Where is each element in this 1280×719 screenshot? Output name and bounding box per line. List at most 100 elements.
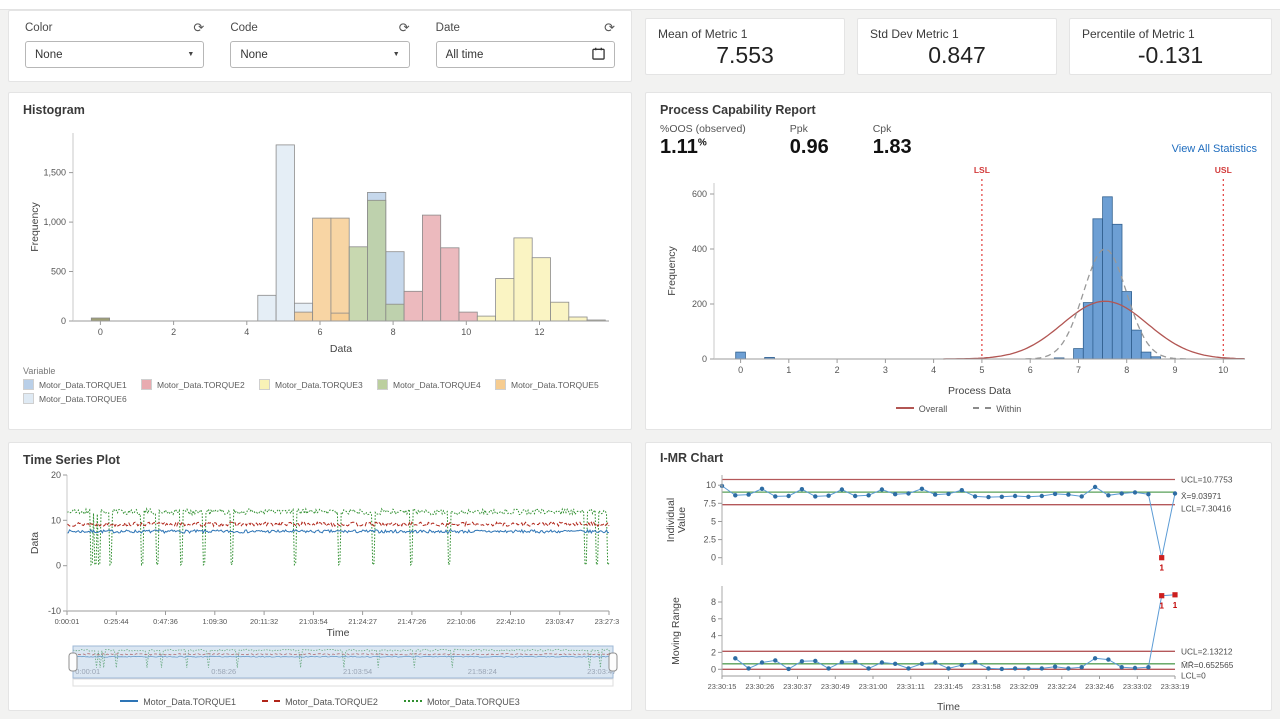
svg-text:10: 10: [1218, 365, 1228, 375]
legend-item: Motor_Data.TORQUE3: [259, 379, 377, 390]
metric-card-mean: Mean of Metric 1 7.553: [645, 18, 845, 75]
capability-legend: Overall Within: [660, 404, 1257, 414]
svg-text:20: 20: [51, 470, 61, 480]
histogram-chart: 02468101205001,0001,500FrequencyData: [23, 119, 617, 360]
svg-text:1:09:30: 1:09:30: [202, 617, 227, 626]
svg-text:Moving Range: Moving Range: [670, 597, 682, 665]
stat-oos: %OOS (observed) 1.11%: [660, 123, 746, 157]
legend-item: Within: [973, 404, 1021, 414]
color-dropdown[interactable]: None ▼: [25, 41, 204, 68]
svg-text:0:00:01: 0:00:01: [55, 617, 80, 626]
timeseries-plot: -10010200:00:010:25:440:47:361:09:3020:1…: [23, 469, 619, 639]
svg-text:23:27:39: 23:27:39: [595, 617, 619, 626]
top-strip: [0, 0, 1280, 10]
stat-cpk: Cpk 1.83: [873, 123, 912, 157]
svg-text:UCL=2.13212: UCL=2.13212: [1181, 646, 1233, 656]
time-range-brush[interactable]: 0:00:010:58:2621:03:5421:58:2423:03:47: [23, 644, 617, 695]
timeseries-brush: 0:00:010:58:2621:03:5421:58:2423:03:47: [23, 644, 619, 690]
brush-handle-left[interactable]: [69, 653, 77, 671]
legend-swatch: [896, 407, 914, 409]
svg-text:21:58:24: 21:58:24: [468, 667, 497, 676]
refresh-icon[interactable]: ⟳: [193, 21, 204, 34]
svg-text:4: 4: [931, 365, 936, 375]
svg-text:0: 0: [56, 561, 61, 571]
svg-text:5: 5: [711, 517, 716, 527]
svg-text:M̄R̄=0.652565: M̄R̄=0.652565: [1181, 660, 1234, 670]
legend-swatch: [141, 379, 152, 390]
legend-swatch: [23, 393, 34, 404]
svg-text:23:30:49: 23:30:49: [821, 682, 850, 691]
svg-text:23:32:46: 23:32:46: [1085, 682, 1114, 691]
svg-text:12: 12: [534, 327, 544, 337]
view-all-statistics-link[interactable]: View All Statistics: [1172, 143, 1257, 157]
moving-range-chart: 110246823:30:1523:30:2623:30:3723:30:492…: [660, 580, 1257, 719]
panel-title: I-MR Chart: [660, 451, 1257, 465]
filter-code: Code ⟳ None ▼: [230, 21, 409, 71]
svg-text:1,500: 1,500: [43, 168, 66, 178]
individual-value-chart: 102.557.510UCL=10.7753X̄=9.03971LCL=7.30…: [660, 467, 1257, 580]
panel-title: Process Capability Report: [660, 103, 1257, 117]
svg-text:23:30:37: 23:30:37: [783, 682, 812, 691]
timeseries-panel: Time Series Plot -10010200:00:010:25:440…: [8, 442, 632, 711]
imr-panel: I-MR Chart 102.557.510UCL=10.7753X̄=9.03…: [645, 442, 1272, 711]
chevron-down-icon: ▼: [393, 51, 400, 58]
svg-text:23:31:58: 23:31:58: [972, 682, 1001, 691]
svg-text:0:00:01: 0:00:01: [75, 667, 100, 676]
brush-handle-right[interactable]: [609, 653, 617, 671]
svg-text:400: 400: [692, 244, 707, 254]
code-dropdown[interactable]: None ▼: [230, 41, 409, 68]
capability-stats: %OOS (observed) 1.11% Ppk 0.96 Cpk 1.83 …: [660, 123, 1257, 157]
svg-text:0: 0: [702, 354, 707, 364]
legend-item: Motor_Data.TORQUE6: [23, 393, 141, 404]
svg-text:22:42:10: 22:42:10: [496, 617, 525, 626]
svg-text:0:58:26: 0:58:26: [211, 667, 236, 676]
refresh-icon[interactable]: ⟳: [399, 21, 410, 34]
svg-text:Time: Time: [937, 701, 960, 713]
svg-text:2: 2: [171, 327, 176, 337]
metric-card-percentile: Percentile of Metric 1 -0.131: [1069, 18, 1272, 75]
capability-plot: LSLUSL0123456789100200400600FrequencyPro…: [660, 159, 1259, 397]
capability-panel: Process Capability Report %OOS (observed…: [645, 92, 1272, 430]
legend-swatch: [262, 700, 280, 702]
svg-text:20:11:32: 20:11:32: [250, 617, 278, 626]
svg-text:9: 9: [1172, 365, 1177, 375]
histogram-panel: Histogram 02468101205001,0001,500Frequen…: [8, 92, 632, 430]
svg-text:Frequency: Frequency: [666, 245, 678, 295]
metric-label: Std Dev Metric 1: [870, 27, 1044, 41]
legend-item: Motor_Data.TORQUE1: [120, 697, 236, 707]
svg-text:0: 0: [711, 553, 716, 563]
svg-text:2: 2: [835, 365, 840, 375]
svg-text:LSL: LSL: [974, 165, 990, 175]
legend-swatch: [259, 379, 270, 390]
histogram-plot: 02468101205001,0001,500FrequencyData: [23, 119, 619, 355]
date-range-field[interactable]: All time: [436, 41, 615, 68]
refresh-icon[interactable]: ⟳: [604, 21, 615, 34]
svg-text:Frequency: Frequency: [29, 201, 41, 251]
capability-chart: LSLUSL0123456789100200400600FrequencyPro…: [660, 159, 1257, 402]
svg-text:10: 10: [461, 327, 471, 337]
svg-text:600: 600: [692, 189, 707, 199]
metric-label: Percentile of Metric 1: [1082, 27, 1259, 41]
svg-text:LCL=0: LCL=0: [1181, 670, 1206, 680]
svg-text:23:30:26: 23:30:26: [745, 682, 774, 691]
legend-swatch: [120, 700, 138, 702]
individual-value-plot: 102.557.510UCL=10.7753X̄=9.03971LCL=7.30…: [660, 467, 1259, 575]
svg-text:23:33:02: 23:33:02: [1123, 682, 1152, 691]
svg-text:500: 500: [51, 267, 66, 277]
svg-text:UCL=10.7753: UCL=10.7753: [1181, 475, 1233, 485]
legend-swatch: [495, 379, 506, 390]
svg-text:21:47:26: 21:47:26: [398, 617, 427, 626]
panel-title: Time Series Plot: [23, 453, 617, 467]
svg-text:0:47:36: 0:47:36: [153, 617, 178, 626]
svg-text:IndividualValue: IndividualValue: [665, 498, 688, 542]
svg-text:2: 2: [711, 647, 716, 657]
svg-text:6: 6: [1028, 365, 1033, 375]
svg-text:10: 10: [706, 480, 716, 490]
svg-text:Time: Time: [327, 627, 350, 639]
svg-text:8: 8: [711, 597, 716, 607]
svg-text:7.5: 7.5: [703, 498, 716, 508]
moving-range-plot: 110246823:30:1523:30:2623:30:3723:30:492…: [660, 580, 1259, 714]
filter-date-label: Date: [436, 22, 460, 34]
svg-text:23:31:11: 23:31:11: [897, 682, 925, 691]
svg-text:23:31:45: 23:31:45: [934, 682, 963, 691]
